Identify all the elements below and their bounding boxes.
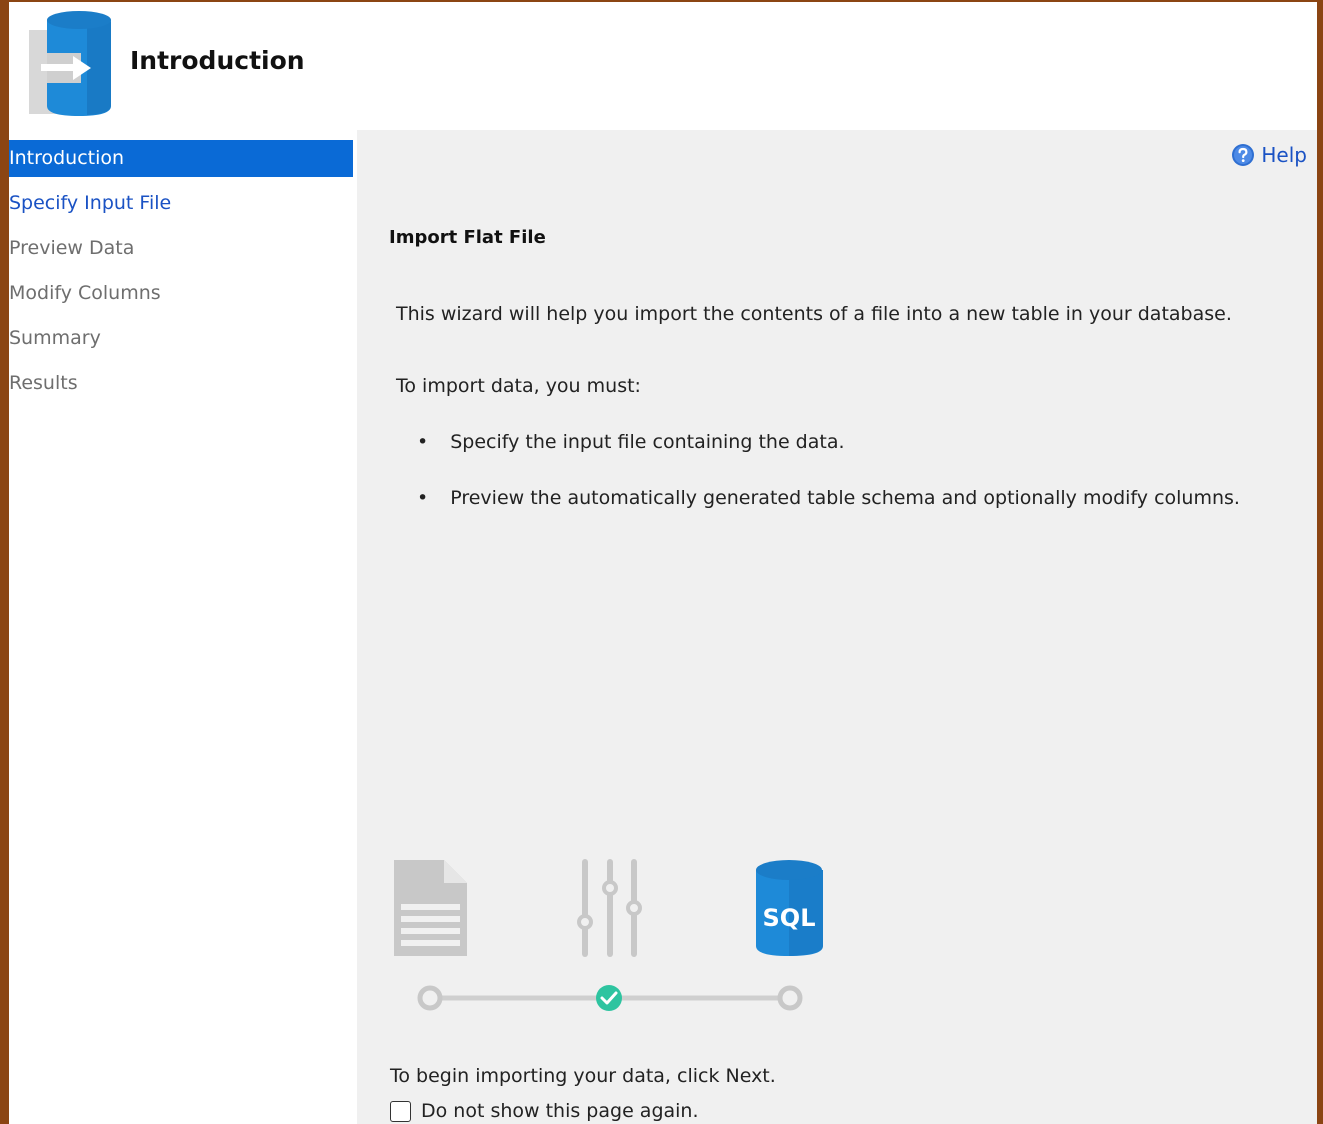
sql-database-icon: SQL [756, 860, 823, 956]
database-import-icon [29, 11, 111, 116]
list-item: • Specify the input file containing the … [417, 431, 845, 453]
sidebar-item-results: Results [9, 372, 78, 394]
document-icon [394, 860, 467, 956]
wizard-window: Introduction Introduction Specify Input … [9, 2, 1317, 1124]
list-item: • Preview the automatically generated ta… [417, 487, 1240, 509]
import-steps-illustration: SQL [394, 859, 823, 1011]
bullet-text: Preview the automatically generated tabl… [450, 487, 1240, 509]
help-icon [1232, 144, 1255, 166]
requirements-heading: To import data, you must: [396, 375, 641, 397]
sliders-icon [577, 859, 642, 957]
bullet-symbol: • [417, 431, 429, 453]
sidebar-item-introduction[interactable]: Introduction [9, 140, 353, 177]
sidebar-item-preview-data: Preview Data [9, 237, 135, 259]
sidebar-item-specify-input-file[interactable]: Specify Input File [9, 185, 353, 222]
checkbox-label: Do not show this page again. [421, 1100, 699, 1122]
bullet-text: Specify the input file containing the da… [450, 431, 845, 453]
sidebar-item-summary: Summary [9, 327, 101, 349]
wizard-sidebar: Introduction Specify Input File Preview … [9, 130, 355, 1124]
section-title: Import Flat File [389, 227, 546, 248]
do-not-show-checkbox-row[interactable]: Do not show this page again. [390, 1100, 699, 1122]
intro-text: This wizard will help you import the con… [396, 303, 1232, 325]
step-3-marker [777, 985, 803, 1011]
help-link[interactable]: Help [1231, 142, 1307, 168]
step-1-marker [417, 985, 443, 1011]
sidebar-item-modify-columns: Modify Columns [9, 282, 161, 304]
wizard-header: Introduction [9, 2, 1317, 130]
progress-track [417, 985, 803, 1011]
footer-text: To begin importing your data, click Next… [390, 1065, 776, 1087]
bullet-symbol: • [417, 487, 429, 509]
page-title: Introduction [130, 46, 305, 75]
do-not-show-checkbox[interactable] [390, 1100, 411, 1122]
wizard-content: Help Import Flat File This wizard will h… [357, 130, 1317, 1124]
step-2-marker [596, 985, 622, 1011]
help-label: Help [1261, 143, 1307, 167]
sql-label: SQL [763, 904, 816, 932]
